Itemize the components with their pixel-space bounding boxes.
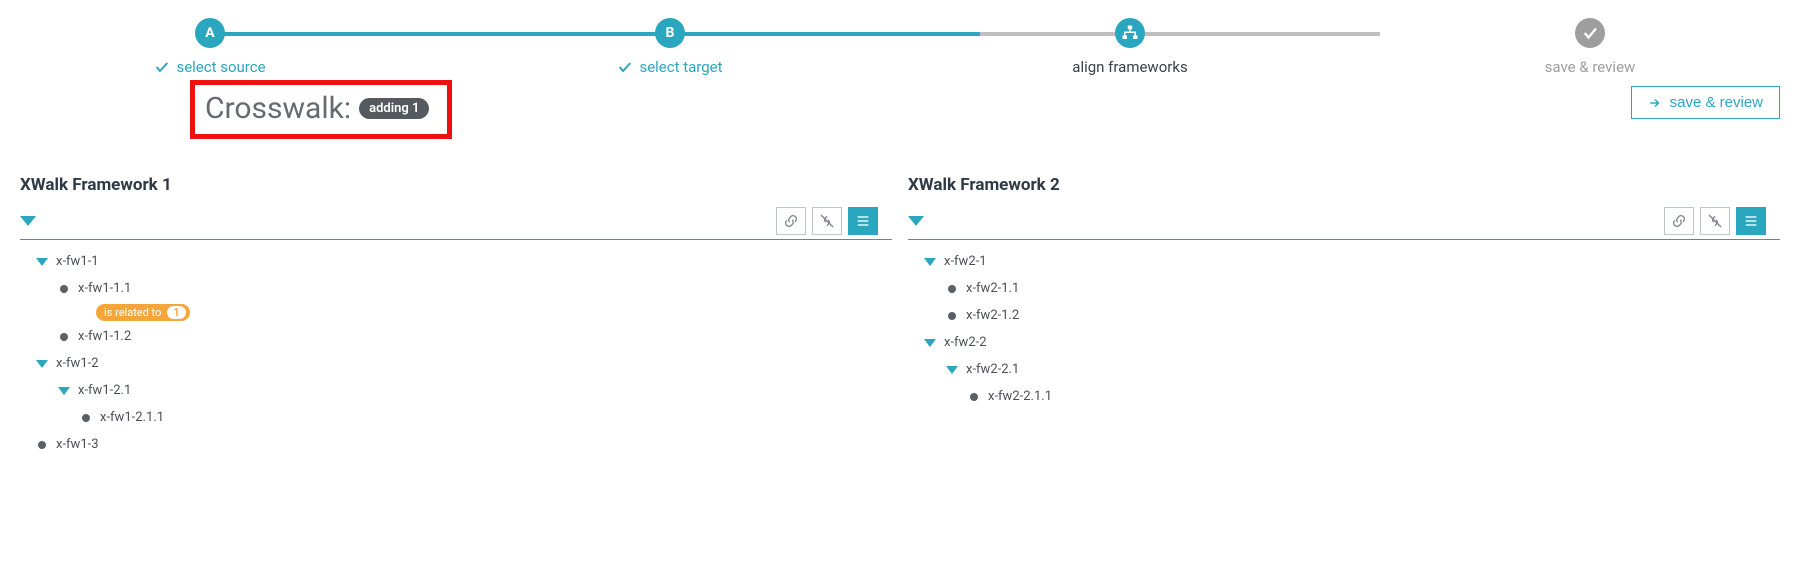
arrow-right-icon [1648, 96, 1662, 110]
unlink-view-button[interactable] [1700, 207, 1730, 235]
collapse-all-icon[interactable] [20, 216, 36, 226]
check-icon [1581, 24, 1599, 42]
node-label: x-fw1-3 [56, 437, 99, 452]
check-icon [154, 59, 170, 75]
list-icon [1743, 213, 1759, 229]
step-bubble-label: B [666, 25, 675, 41]
relation-count: 1 [167, 306, 185, 319]
node-label: x-fw2-2.1 [966, 362, 1019, 377]
panel-toolbar [20, 207, 892, 240]
node-label: x-fw1-2 [56, 356, 99, 371]
tree-node[interactable]: x-fw1-1 [36, 248, 892, 275]
step-label: select target [639, 58, 722, 76]
step-label: select source [176, 58, 265, 76]
step-label: align frameworks [1072, 58, 1187, 76]
link-view-button[interactable] [1664, 207, 1694, 235]
step-bubble-done [1575, 18, 1605, 48]
node-label: x-fw2-1 [944, 254, 987, 269]
node-label: x-fw1-2.1.1 [100, 410, 164, 425]
unlink-icon [1707, 213, 1723, 229]
bullet-icon [38, 441, 46, 449]
step-bubble-a: A [195, 18, 225, 48]
node-label: x-fw1-1 [56, 254, 99, 269]
link-view-button[interactable] [776, 207, 806, 235]
tree-node[interactable]: x-fw2-2.1 [946, 356, 1780, 383]
panel-toolbar [908, 207, 1780, 240]
node-label: x-fw1-1.2 [78, 329, 131, 344]
unlink-view-button[interactable] [812, 207, 842, 235]
step-save-review[interactable]: save & review [1520, 18, 1660, 76]
tree-node[interactable]: x-fw1-2 [36, 350, 892, 377]
collapse-all-icon[interactable] [908, 216, 924, 226]
tree-node[interactable]: x-fw1-1.2 [58, 323, 892, 350]
tree-node[interactable]: x-fw2-1.2 [946, 302, 1780, 329]
chevron-down-icon [36, 258, 48, 266]
tree-node[interactable]: x-fw2-1.1 [946, 275, 1780, 302]
node-label: x-fw2-1.1 [966, 281, 1019, 296]
tree-node[interactable]: x-fw2-2 [924, 329, 1780, 356]
node-label: x-fw1-1.1 [78, 281, 131, 296]
bullet-icon [82, 414, 90, 422]
tree-node[interactable]: x-fw2-1 [924, 248, 1780, 275]
step-bubble-label: A [205, 25, 214, 41]
link-icon [783, 213, 799, 229]
step-label: save & review [1545, 58, 1636, 76]
step-bubble-b: B [655, 18, 685, 48]
sitemap-icon [1121, 24, 1139, 42]
node-label: x-fw1-2.1 [78, 383, 131, 398]
tree-node[interactable]: x-fw1-2.1.1 [80, 404, 892, 431]
list-icon [855, 213, 871, 229]
check-icon [617, 59, 633, 75]
tree-node[interactable]: x-fw2-2.1.1 [968, 383, 1780, 410]
chevron-down-icon [58, 387, 70, 395]
page-title: Crosswalk: [205, 91, 351, 126]
chevron-down-icon [924, 339, 936, 347]
button-label: save & review [1670, 94, 1763, 111]
source-tree[interactable]: x-fw1-1 x-fw1-1.1 is related to 1 x-fw1-1.2 x… [20, 248, 892, 568]
unlink-icon [819, 213, 835, 229]
bullet-icon [970, 393, 978, 401]
node-label: x-fw2-1.2 [966, 308, 1019, 323]
list-view-button[interactable] [848, 207, 878, 235]
crosswalk-title-box: Crosswalk: adding 1 [190, 80, 452, 139]
panel-heading: XWalk Framework 2 [908, 175, 1780, 195]
node-label: x-fw2-2 [944, 335, 987, 350]
step-align-frameworks[interactable]: align frameworks [1060, 18, 1200, 76]
save-review-button[interactable]: save & review [1631, 86, 1780, 119]
bullet-icon [948, 312, 956, 320]
relation-badge[interactable]: is related to 1 [96, 304, 190, 321]
wizard-stepper: A select source B select target [0, 18, 1800, 76]
list-view-button[interactable] [1736, 207, 1766, 235]
tree-node[interactable]: x-fw1-2.1 [58, 377, 892, 404]
chevron-down-icon [946, 366, 958, 374]
step-bubble-align [1115, 18, 1145, 48]
panel-heading: XWalk Framework 1 [20, 175, 892, 195]
tree-node[interactable]: x-fw1-1.1 [58, 275, 892, 302]
badge-label: adding 1 [369, 101, 419, 116]
step-select-target[interactable]: B select target [600, 18, 740, 76]
chevron-down-icon [36, 360, 48, 368]
bullet-icon [60, 333, 68, 341]
chevron-down-icon [924, 258, 936, 266]
target-framework-panel: XWalk Framework 2 x-fw2-1x-fw2-1.1x-fw2-… [908, 175, 1780, 568]
node-label: x-fw2-2.1.1 [988, 389, 1052, 404]
bullet-icon [948, 285, 956, 293]
adding-count-badge: adding 1 [359, 98, 429, 119]
tree-node[interactable]: x-fw1-3 [36, 431, 892, 458]
link-icon [1671, 213, 1687, 229]
source-framework-panel: XWalk Framework 1 x-fw1-1 x-fw1-1.1 is rel… [20, 175, 892, 568]
step-select-source[interactable]: A select source [140, 18, 280, 76]
relation-label: is related to [104, 306, 161, 319]
bullet-icon [60, 285, 68, 293]
target-tree[interactable]: x-fw2-1 x-fw2-1.1 x-fw2-1.2 x-fw2-2 x-fw2-2.… [908, 248, 1780, 568]
